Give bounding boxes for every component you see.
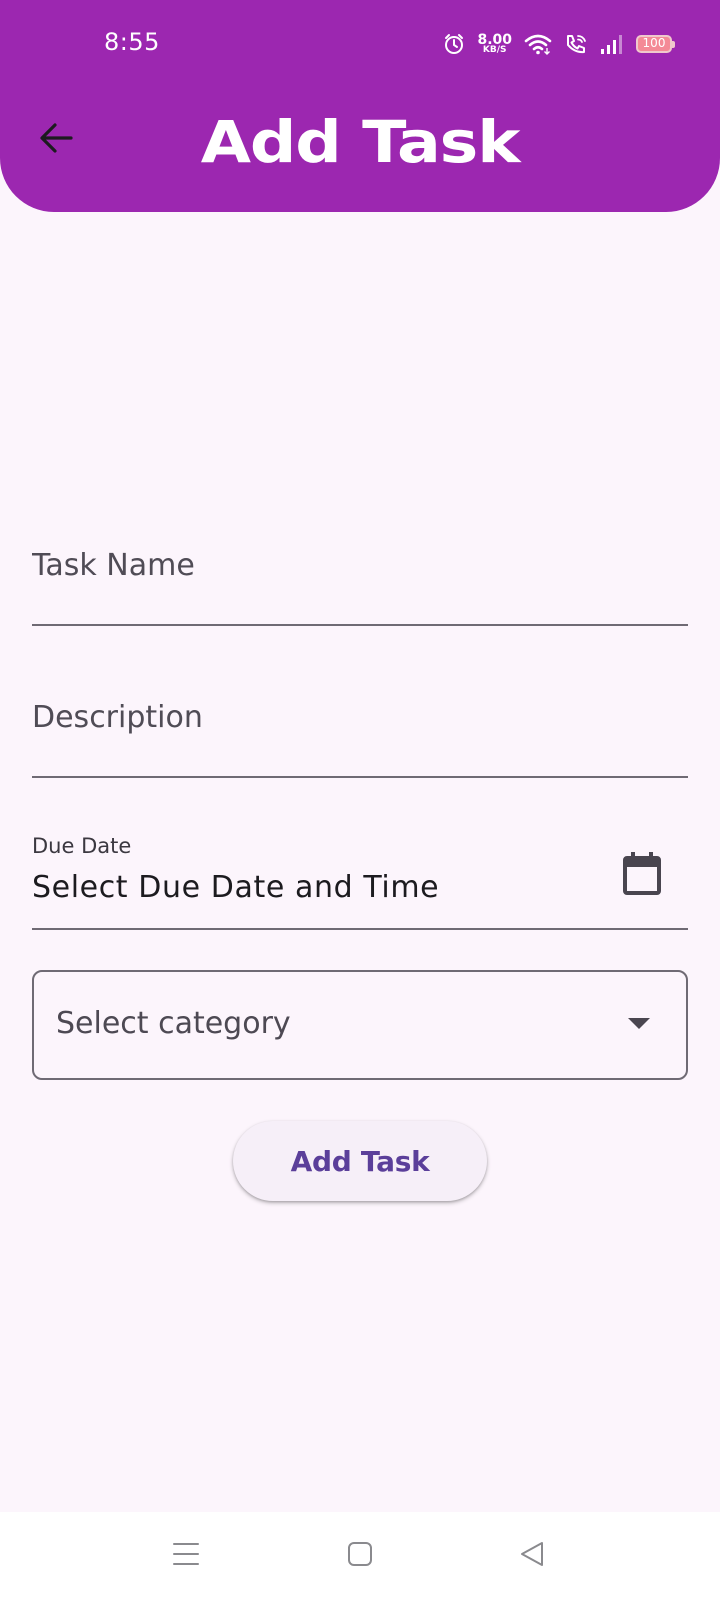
back-triangle-icon [519, 1540, 545, 1572]
add-task-button[interactable]: Add Task [233, 1121, 487, 1201]
network-speed: 8.00 KB/S [477, 33, 512, 55]
app-bar: 8:55 8.00 KB/S 100 Add Task [0, 0, 720, 212]
battery-level: 100 [642, 36, 666, 50]
task-name-input[interactable] [32, 548, 688, 583]
battery-icon: 100 [636, 35, 675, 53]
description-field[interactable] [32, 692, 688, 778]
task-name-field[interactable] [32, 540, 688, 626]
status-bar: 8:55 8.00 KB/S 100 [0, 0, 720, 88]
signal-icon [600, 34, 624, 54]
system-back-button[interactable] [508, 1532, 556, 1580]
recent-apps-button[interactable] [162, 1532, 210, 1580]
status-icons: 8.00 KB/S 100 [443, 30, 675, 58]
due-date-label: Due Date [32, 834, 132, 858]
home-button[interactable] [336, 1532, 384, 1580]
alarm-icon [443, 33, 465, 55]
category-dropdown[interactable]: Select category [32, 970, 688, 1080]
description-input[interactable] [32, 700, 688, 735]
wifi-calling-icon [564, 33, 588, 55]
wifi-icon [524, 33, 552, 55]
status-time: 8:55 [104, 28, 160, 56]
system-navigation-bar [0, 1512, 720, 1600]
page-title: Add Task [200, 108, 521, 176]
due-date-field[interactable]: Due Date Select Due Date and Time [32, 834, 688, 930]
calendar-icon[interactable] [622, 852, 662, 896]
menu-icon [172, 1541, 200, 1571]
dropdown-arrow-icon [628, 1018, 650, 1029]
category-placeholder: Select category [56, 1006, 291, 1041]
home-square-icon [347, 1541, 373, 1571]
due-date-value[interactable]: Select Due Date and Time [32, 870, 439, 905]
add-task-button-label: Add Task [290, 1144, 430, 1178]
